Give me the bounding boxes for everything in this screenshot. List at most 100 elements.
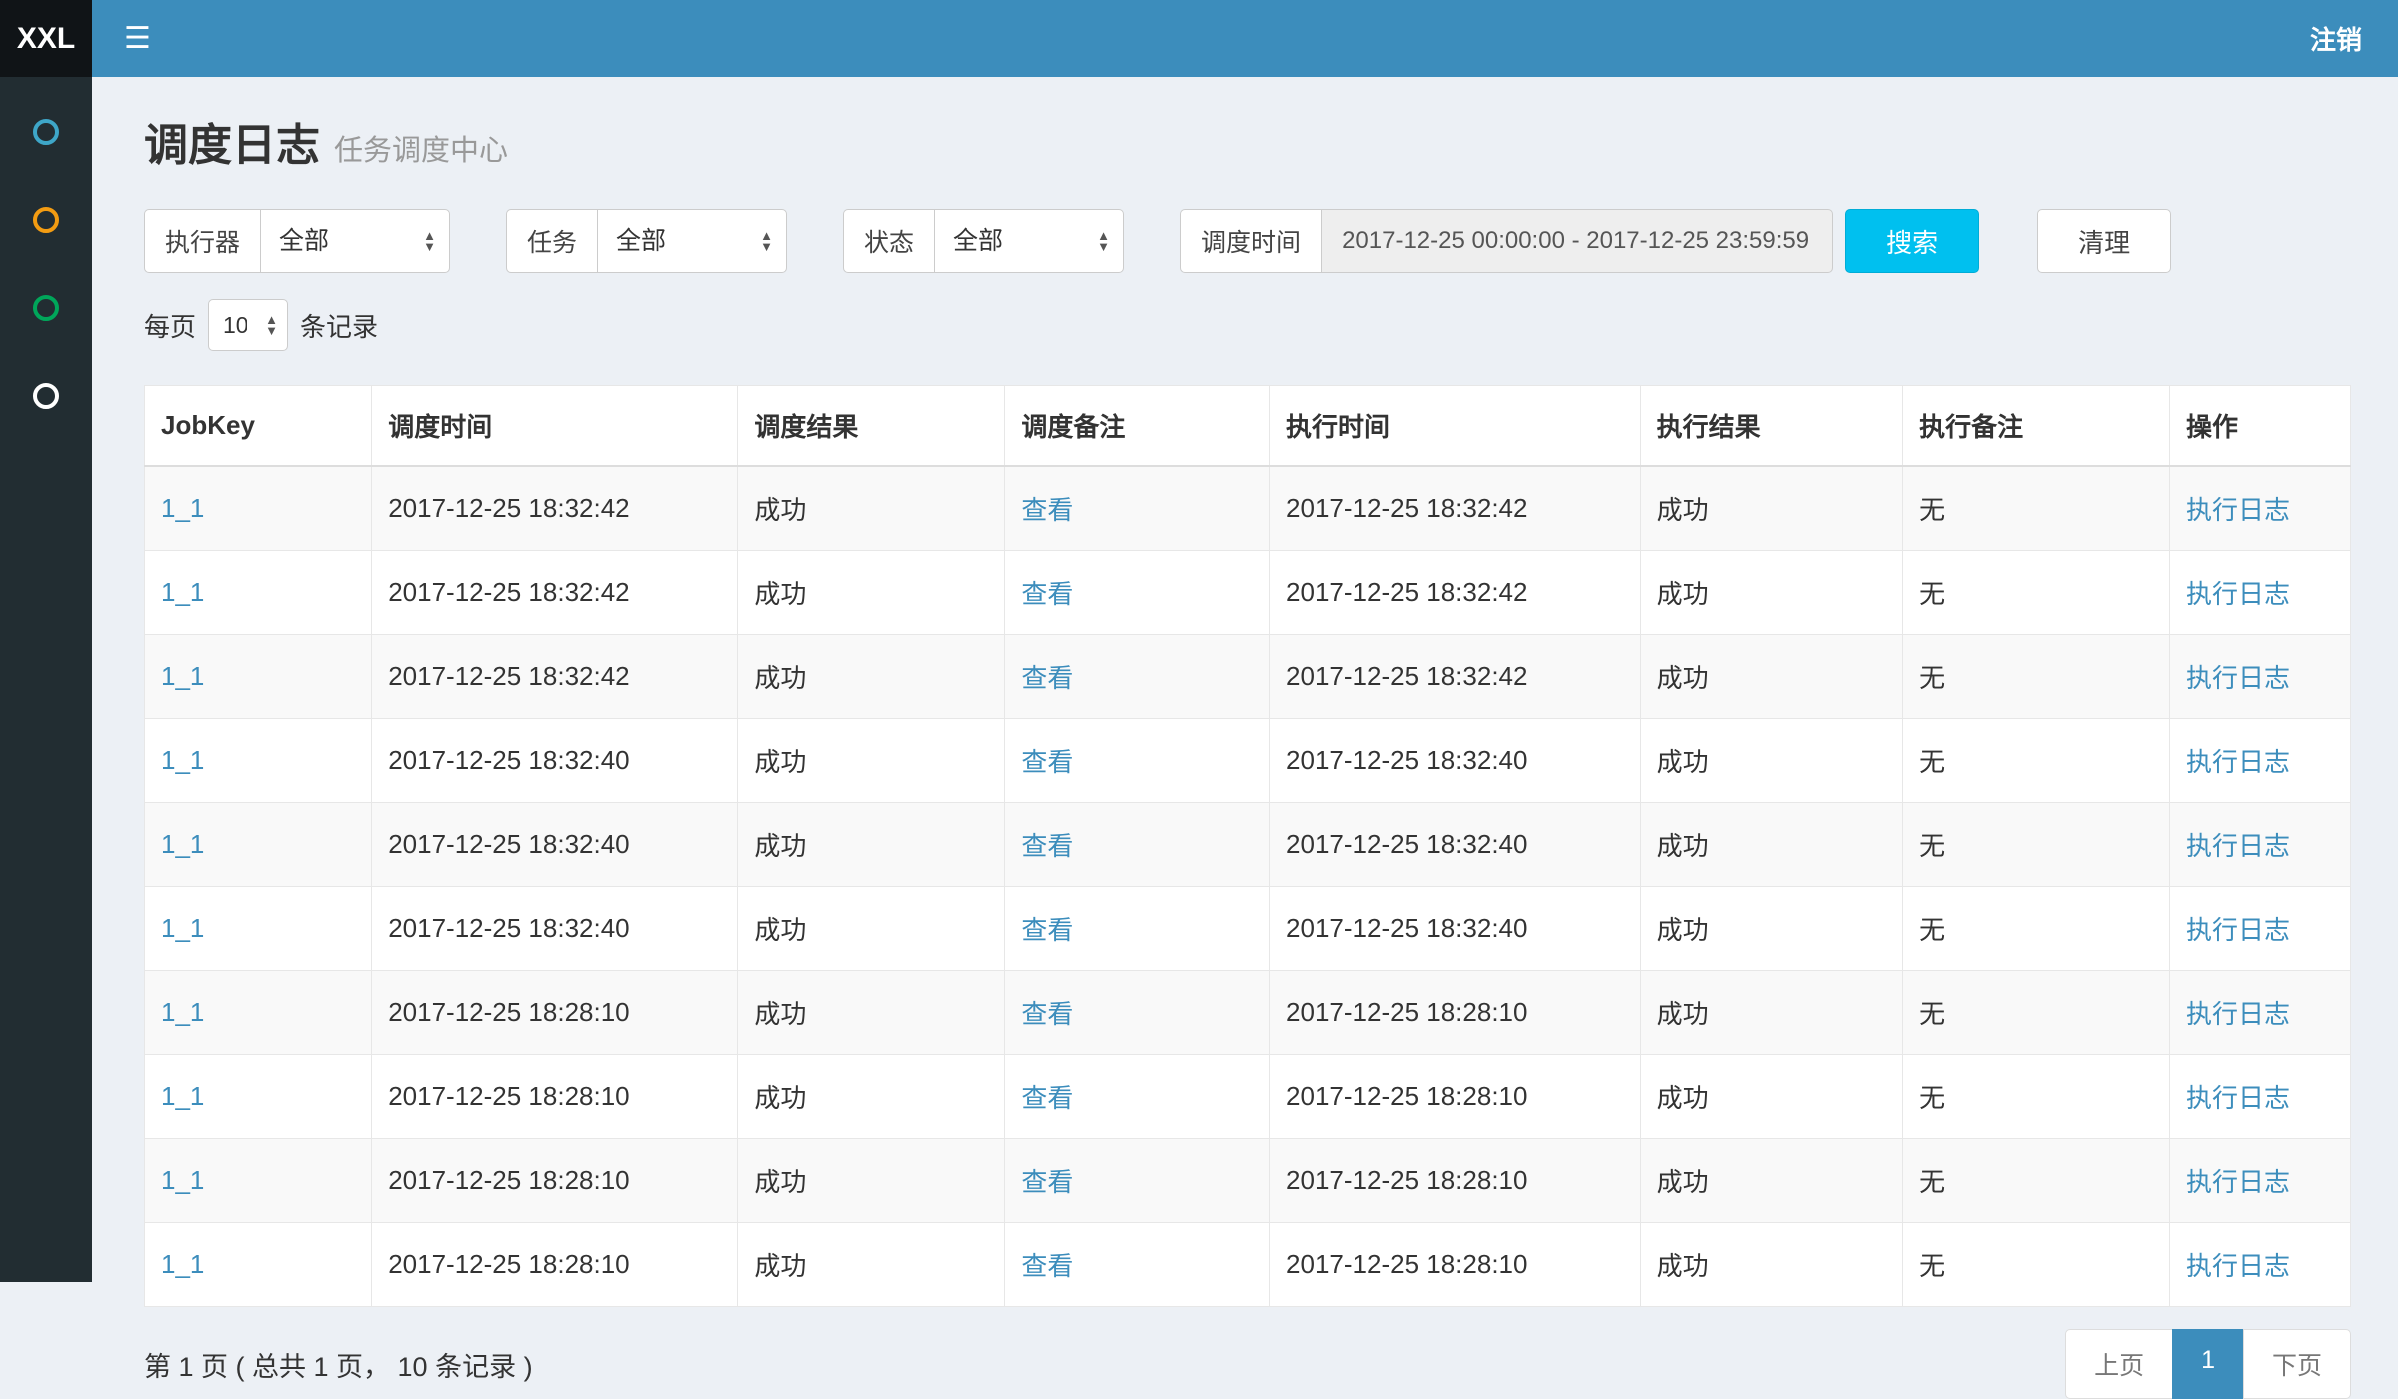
execution-log-link[interactable]: 执行日志 xyxy=(2186,663,2290,693)
current-page-button[interactable]: 1 xyxy=(2172,1329,2244,1399)
app-logo[interactable]: XXL xyxy=(0,0,92,77)
log-table-body: 1_1 2017-12-25 18:32:42 成功 查看 2017-12-25… xyxy=(145,466,2351,1307)
jobkey-link[interactable]: 1_1 xyxy=(161,913,204,943)
action-cell: 执行日志 xyxy=(2170,1139,2351,1223)
view-trigger-msg-link[interactable]: 查看 xyxy=(1021,1167,1073,1197)
trigger-time-cell: 2017-12-25 18:28:10 xyxy=(372,971,738,1055)
table-row: 1_1 2017-12-25 18:32:40 成功 查看 2017-12-25… xyxy=(145,887,2351,971)
handle-time-cell: 2017-12-25 18:28:10 xyxy=(1270,1223,1641,1307)
handle-result-cell: 成功 xyxy=(1640,719,1903,803)
col-handle-time: 执行时间 xyxy=(1270,386,1641,467)
prev-page-button[interactable]: 上页 xyxy=(2065,1329,2173,1399)
handle-msg-cell: 无 xyxy=(1903,803,2170,887)
jobkey-link[interactable]: 1_1 xyxy=(161,661,204,691)
trigger-msg-cell: 查看 xyxy=(1005,1223,1270,1307)
handle-msg-cell: 无 xyxy=(1903,971,2170,1055)
view-trigger-msg-link[interactable]: 查看 xyxy=(1021,1251,1073,1281)
view-trigger-msg-link[interactable]: 查看 xyxy=(1021,579,1073,609)
circle-icon xyxy=(33,295,59,321)
view-trigger-msg-link[interactable]: 查看 xyxy=(1021,831,1073,861)
trigger-time-cell: 2017-12-25 18:32:40 xyxy=(372,803,738,887)
page-size-suffix: 条记录 xyxy=(300,307,378,344)
handle-time-cell: 2017-12-25 18:28:10 xyxy=(1270,1055,1641,1139)
time-range-input[interactable] xyxy=(1321,209,1833,273)
execution-log-link[interactable]: 执行日志 xyxy=(2186,495,2290,525)
sidebar-item-2[interactable] xyxy=(0,176,92,264)
execution-log-link[interactable]: 执行日志 xyxy=(2186,1083,2290,1113)
trigger-time-cell: 2017-12-25 18:32:40 xyxy=(372,719,738,803)
col-handle-result: 执行结果 xyxy=(1640,386,1903,467)
trigger-time-cell: 2017-12-25 18:28:10 xyxy=(372,1223,738,1307)
view-trigger-msg-link[interactable]: 查看 xyxy=(1021,663,1073,693)
page-size-select[interactable]: 10 xyxy=(208,299,288,351)
trigger-msg-cell: 查看 xyxy=(1005,803,1270,887)
jobkey-link[interactable]: 1_1 xyxy=(161,745,204,775)
table-row: 1_1 2017-12-25 18:32:42 成功 查看 2017-12-25… xyxy=(145,551,2351,635)
view-trigger-msg-link[interactable]: 查看 xyxy=(1021,915,1073,945)
status-select[interactable]: 全部 xyxy=(934,209,1124,273)
page-title: 调度日志 xyxy=(144,109,320,173)
view-trigger-msg-link[interactable]: 查看 xyxy=(1021,495,1073,525)
trigger-time-cell: 2017-12-25 18:28:10 xyxy=(372,1055,738,1139)
log-table: JobKey 调度时间 调度结果 调度备注 执行时间 执行结果 执行备注 操作 … xyxy=(144,385,2351,1307)
col-trigger-time: 调度时间 xyxy=(372,386,738,467)
logout-button[interactable]: 注销 xyxy=(2274,20,2398,57)
jobkey-link[interactable]: 1_1 xyxy=(161,829,204,859)
circle-icon xyxy=(33,383,59,409)
view-trigger-msg-link[interactable]: 查看 xyxy=(1021,747,1073,777)
handle-msg-cell: 无 xyxy=(1903,466,2170,551)
jobkey-link[interactable]: 1_1 xyxy=(161,493,204,523)
trigger-msg-cell: 查看 xyxy=(1005,971,1270,1055)
executor-select[interactable]: 全部 xyxy=(260,209,450,273)
handle-time-cell: 2017-12-25 18:32:40 xyxy=(1270,719,1641,803)
view-trigger-msg-link[interactable]: 查看 xyxy=(1021,999,1073,1029)
execution-log-link[interactable]: 执行日志 xyxy=(2186,915,2290,945)
execution-log-link[interactable]: 执行日志 xyxy=(2186,1251,2290,1281)
handle-msg-cell: 无 xyxy=(1903,719,2170,803)
execution-log-link[interactable]: 执行日志 xyxy=(2186,831,2290,861)
trigger-msg-cell: 查看 xyxy=(1005,887,1270,971)
hamburger-menu-icon[interactable]: ☰ xyxy=(92,21,183,56)
jobkey-link[interactable]: 1_1 xyxy=(161,1081,204,1111)
jobkey-cell: 1_1 xyxy=(145,1223,372,1307)
table-row: 1_1 2017-12-25 18:28:10 成功 查看 2017-12-25… xyxy=(145,1055,2351,1139)
table-row: 1_1 2017-12-25 18:32:40 成功 查看 2017-12-25… xyxy=(145,719,2351,803)
jobkey-cell: 1_1 xyxy=(145,635,372,719)
circle-icon xyxy=(33,207,59,233)
jobkey-cell: 1_1 xyxy=(145,803,372,887)
sidebar-item-3[interactable] xyxy=(0,264,92,352)
action-cell: 执行日志 xyxy=(2170,635,2351,719)
executor-filter-group: 执行器 全部 ▲▼ xyxy=(144,209,450,273)
sidebar-item-1[interactable] xyxy=(0,88,92,176)
sidebar-item-4[interactable] xyxy=(0,352,92,440)
status-filter-label: 状态 xyxy=(843,209,934,273)
execution-log-link[interactable]: 执行日志 xyxy=(2186,747,2290,777)
trigger-time-cell: 2017-12-25 18:32:40 xyxy=(372,887,738,971)
action-cell: 执行日志 xyxy=(2170,971,2351,1055)
execution-log-link[interactable]: 执行日志 xyxy=(2186,579,2290,609)
handle-time-cell: 2017-12-25 18:32:42 xyxy=(1270,635,1641,719)
jobkey-link[interactable]: 1_1 xyxy=(161,997,204,1027)
search-button[interactable]: 搜索 xyxy=(1845,209,1979,273)
next-page-button[interactable]: 下页 xyxy=(2243,1329,2351,1399)
job-select[interactable]: 全部 xyxy=(597,209,787,273)
clear-button[interactable]: 清理 xyxy=(2037,209,2171,273)
execution-log-link[interactable]: 执行日志 xyxy=(2186,999,2290,1029)
executor-select-wrap: 全部 ▲▼ xyxy=(260,209,450,273)
filter-bar: 执行器 全部 ▲▼ 任务 全部 ▲▼ 状态 全部 xyxy=(144,209,2351,273)
handle-msg-cell: 无 xyxy=(1903,635,2170,719)
handle-time-cell: 2017-12-25 18:28:10 xyxy=(1270,1139,1641,1223)
status-select-wrap: 全部 ▲▼ xyxy=(934,209,1124,273)
jobkey-link[interactable]: 1_1 xyxy=(161,1249,204,1279)
table-row: 1_1 2017-12-25 18:32:42 成功 查看 2017-12-25… xyxy=(145,466,2351,551)
col-handle-msg: 执行备注 xyxy=(1903,386,2170,467)
execution-log-link[interactable]: 执行日志 xyxy=(2186,1167,2290,1197)
page-size-prefix: 每页 xyxy=(144,307,196,344)
trigger-msg-cell: 查看 xyxy=(1005,635,1270,719)
jobkey-link[interactable]: 1_1 xyxy=(161,1165,204,1195)
page-header: 调度日志 任务调度中心 xyxy=(144,109,2351,173)
view-trigger-msg-link[interactable]: 查看 xyxy=(1021,1083,1073,1113)
trigger-time-cell: 2017-12-25 18:32:42 xyxy=(372,466,738,551)
jobkey-link[interactable]: 1_1 xyxy=(161,577,204,607)
trigger-time-cell: 2017-12-25 18:32:42 xyxy=(372,551,738,635)
